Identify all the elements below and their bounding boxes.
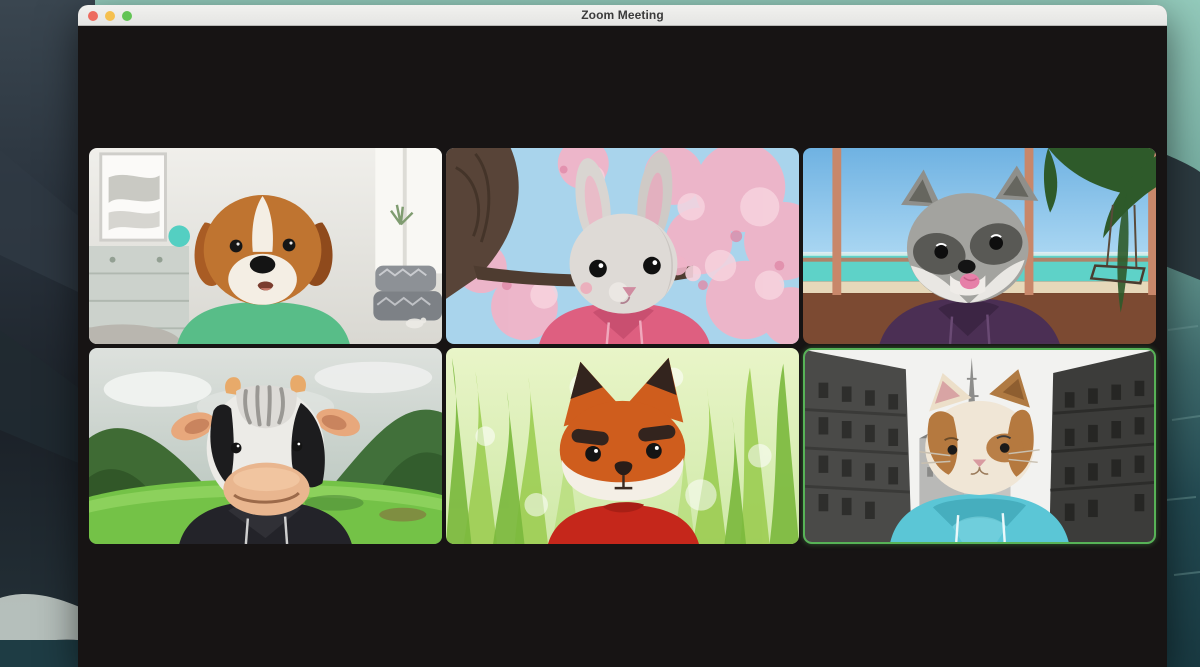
video-feed-fox [446, 348, 799, 544]
video-feed-raccoon [803, 148, 1156, 344]
meeting-content [78, 26, 1167, 667]
window-title: Zoom Meeting [78, 5, 1167, 26]
video-tile-rabbit[interactable] [446, 148, 799, 344]
video-tile-fox[interactable] [446, 348, 799, 544]
close-button[interactable] [88, 11, 98, 21]
video-tile-raccoon[interactable] [803, 148, 1156, 344]
minimize-button[interactable] [105, 11, 115, 21]
video-tile-dog[interactable] [89, 148, 442, 344]
desktop: Zoom Meeting [0, 0, 1200, 667]
video-tile-cow[interactable] [89, 348, 442, 544]
zoom-meeting-window: Zoom Meeting [78, 5, 1167, 667]
video-grid [89, 148, 1156, 544]
traffic-lights [88, 5, 132, 26]
video-feed-dog [89, 148, 442, 344]
video-tile-cat[interactable] [803, 348, 1156, 544]
window-titlebar[interactable]: Zoom Meeting [78, 5, 1167, 26]
video-feed-rabbit [446, 148, 799, 344]
video-feed-cat [805, 350, 1154, 542]
zoom-button[interactable] [122, 11, 132, 21]
video-feed-cow [89, 348, 442, 544]
